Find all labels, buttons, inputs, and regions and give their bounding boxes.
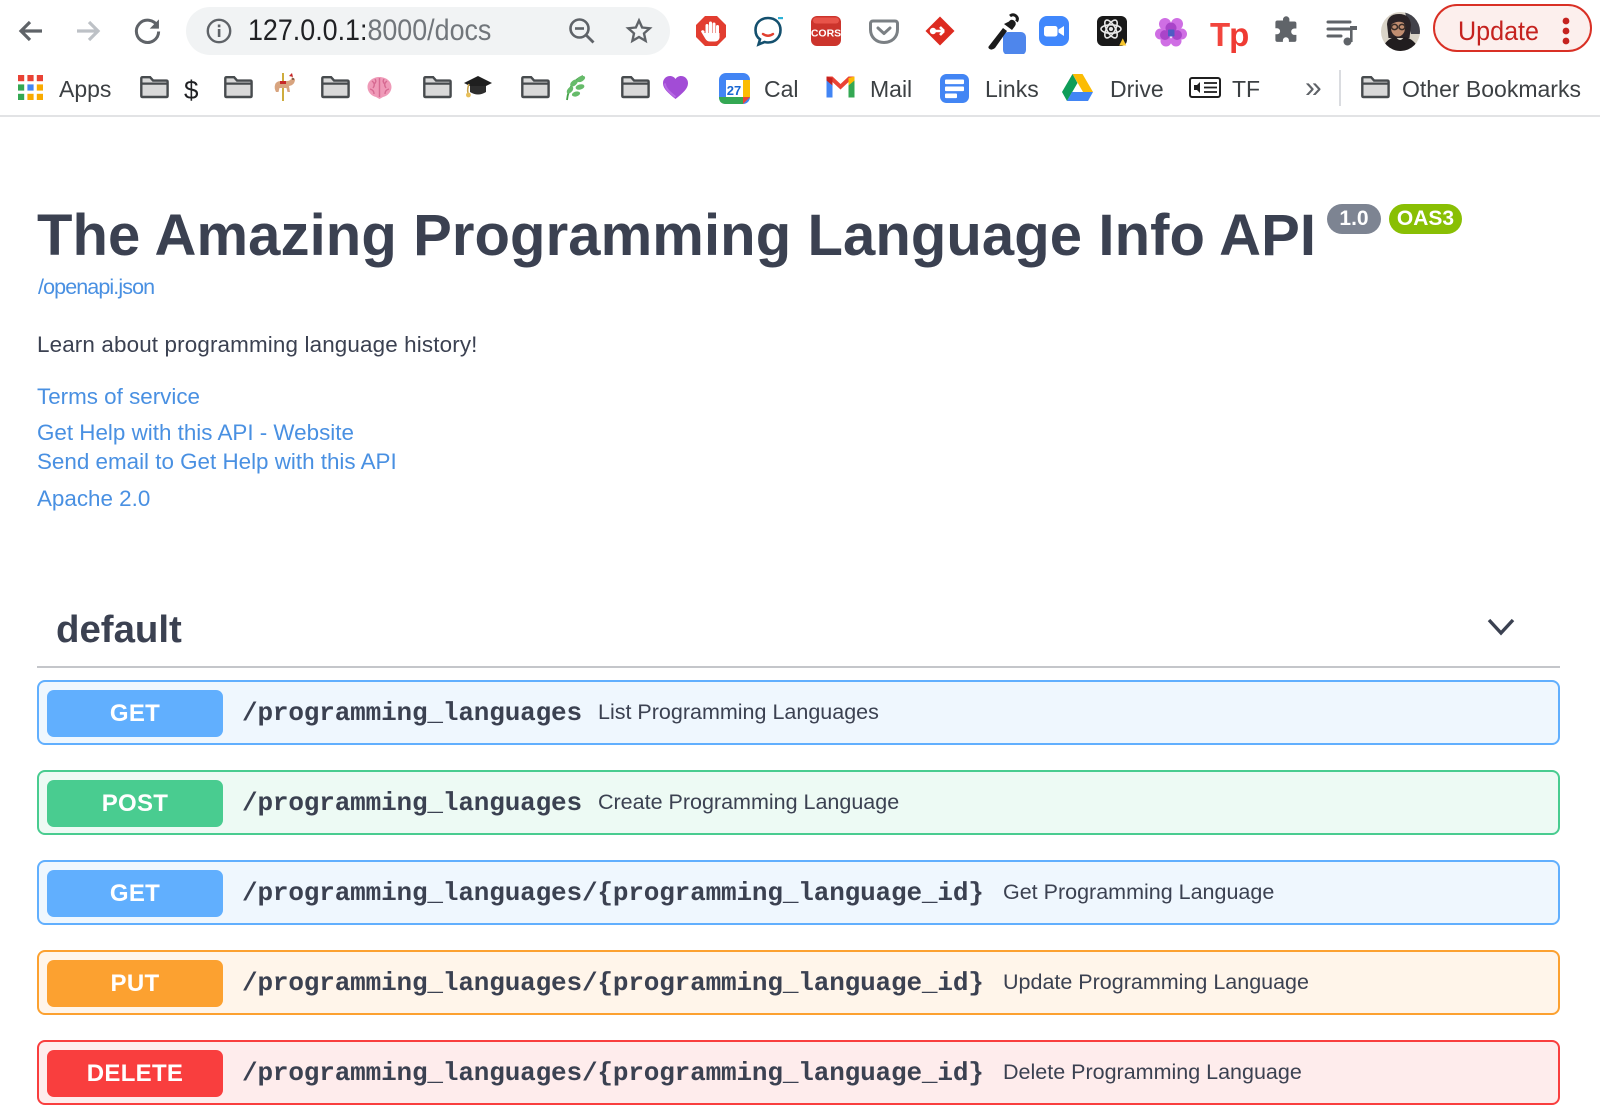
svg-text:CORS: CORS <box>811 28 841 40</box>
svg-text:27: 27 <box>727 83 741 98</box>
